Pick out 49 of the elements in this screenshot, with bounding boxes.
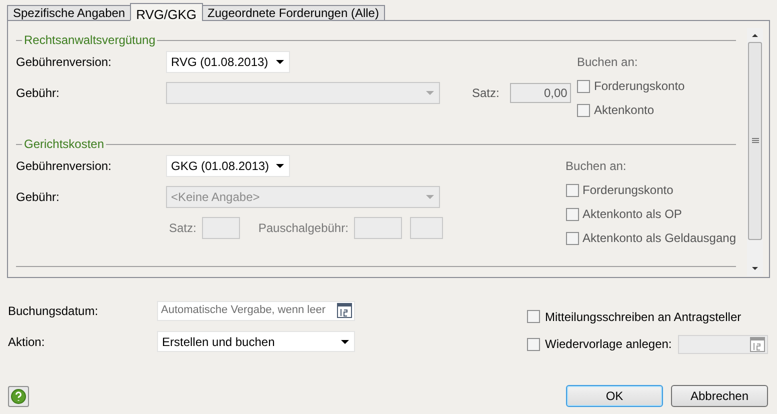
action-dropdown[interactable]: Erstellen und buchen <box>157 331 355 352</box>
booking-label: Buchen an: <box>577 55 639 69</box>
checkbox[interactable] <box>577 80 590 92</box>
scrollbar[interactable] <box>747 28 763 276</box>
field-label: Satz: <box>169 220 196 237</box>
checkbox-label: Forderungskonto <box>582 183 674 197</box>
caret-icon <box>426 195 434 199</box>
checkbox[interactable] <box>577 104 590 116</box>
version-dropdown[interactable]: RVG (01.08.2013) <box>166 51 290 73</box>
checkbox-label: Forderungskonto <box>594 79 685 93</box>
date-field[interactable]: Automatische Vergabe, wenn leer <box>157 300 355 320</box>
grip-icon <box>752 138 758 144</box>
checkbox[interactable] <box>566 232 579 244</box>
flat-fee-field[interactable] <box>410 217 444 239</box>
checkbox-label: Aktenkonto als OP <box>582 207 682 221</box>
caret-icon <box>276 164 284 168</box>
field-label: Gebühr: <box>16 85 60 102</box>
field-label: Gebührenversion: <box>16 158 112 175</box>
rate-field[interactable]: 0,00 <box>510 83 572 103</box>
checkbox[interactable] <box>566 184 579 196</box>
checkbox-label: Wiedervorlage anlegen: <box>545 336 673 353</box>
help-button[interactable] <box>8 386 29 406</box>
checkbox[interactable] <box>566 208 579 220</box>
field-label: Pauschalgebühr: <box>258 220 348 237</box>
rate-field[interactable] <box>202 217 240 239</box>
version-dropdown[interactable]: GKG (01.08.2013) <box>166 155 290 177</box>
field-label: Satz: <box>472 85 500 102</box>
checkbox[interactable] <box>527 310 540 323</box>
group-title: Rechtsanwaltsvergütung <box>24 32 156 49</box>
calendar-icon[interactable] <box>337 303 352 318</box>
group-title: Gerichtskosten <box>24 136 104 153</box>
tab[interactable]: RVG/GKG <box>130 3 203 21</box>
checkbox-label: Mitteilungsschreiben an Antragsteller <box>545 308 742 326</box>
checkbox-label: Aktenkonto <box>594 103 654 117</box>
checkbox-label: Aktenkonto als Geldausgang <box>582 231 736 245</box>
field-label: Gebühr: <box>16 189 60 206</box>
field-label: Gebührenversion: <box>16 54 112 71</box>
caret-icon <box>341 340 349 344</box>
tab[interactable]: Spezifische Angaben <box>7 5 132 21</box>
caret-icon <box>276 60 284 64</box>
field-label: Buchungsdatum: <box>8 302 100 320</box>
field-label: Aktion: <box>8 334 46 350</box>
booking-label: Buchen an: <box>566 159 628 173</box>
caret-icon <box>426 91 434 95</box>
dialog-button[interactable]: Abbrechen <box>671 385 768 407</box>
scrollbar-thumb[interactable] <box>748 42 762 240</box>
flat-fee-field[interactable] <box>354 217 402 239</box>
tab[interactable]: Zugeordnete Forderungen (Alle) <box>202 5 385 21</box>
dialog-button[interactable]: OK <box>566 385 663 407</box>
